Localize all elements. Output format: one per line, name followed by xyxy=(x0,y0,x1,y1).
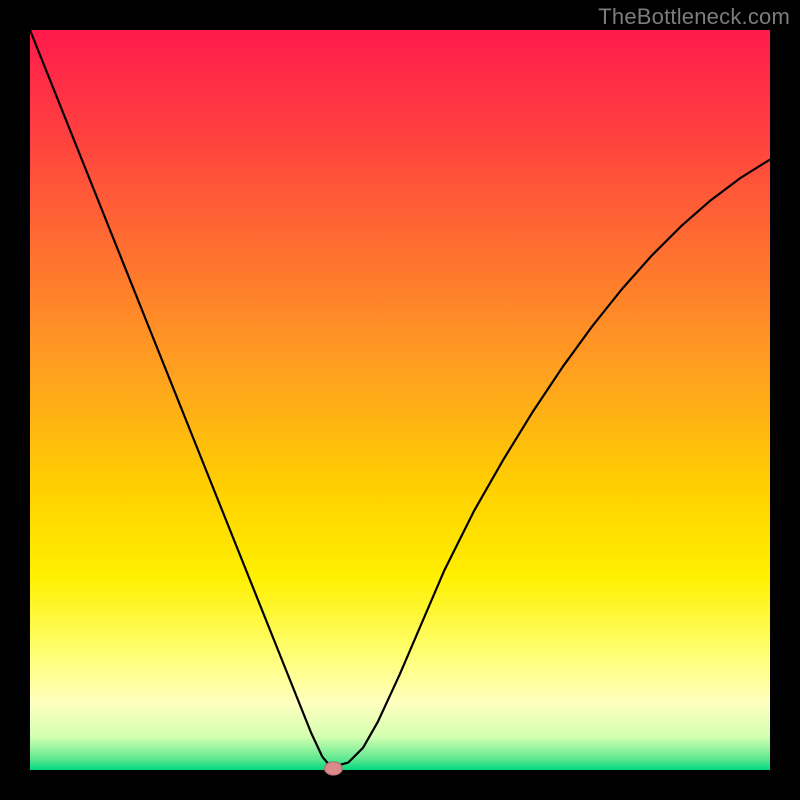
bottleneck-chart xyxy=(0,0,800,800)
chart-frame: TheBottleneck.com xyxy=(0,0,800,800)
optimal-point-marker xyxy=(325,762,343,775)
watermark-text: TheBottleneck.com xyxy=(598,4,790,30)
plot-background xyxy=(30,30,770,770)
